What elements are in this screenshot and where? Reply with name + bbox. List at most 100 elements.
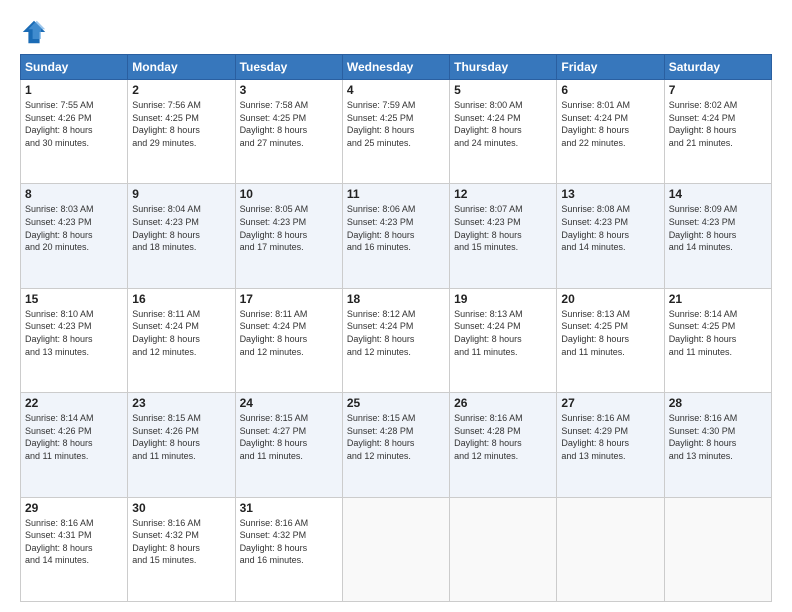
day-info: Sunrise: 8:15 AM Sunset: 4:26 PM Dayligh…: [132, 412, 230, 462]
logo: [20, 18, 52, 46]
day-info: Sunrise: 8:14 AM Sunset: 4:25 PM Dayligh…: [669, 308, 767, 358]
day-number: 8: [25, 187, 123, 201]
calendar-cell: 10 Sunrise: 8:05 AM Sunset: 4:23 PM Dayli…: [235, 184, 342, 288]
calendar-cell: 24 Sunrise: 8:15 AM Sunset: 4:27 PM Dayli…: [235, 393, 342, 497]
day-number: 27: [561, 396, 659, 410]
header: [20, 18, 772, 46]
calendar-cell: 9Sunrise: 8:04 AM Sunset: 4:23 PM Daylig…: [128, 184, 235, 288]
calendar-week-row: 15 Sunrise: 8:10 AM Sunset: 4:23 PM Dayli…: [21, 288, 772, 392]
day-number: 26: [454, 396, 552, 410]
calendar-cell: 22 Sunrise: 8:14 AM Sunset: 4:26 PM Dayli…: [21, 393, 128, 497]
calendar-cell: [557, 497, 664, 601]
calendar-cell: 27 Sunrise: 8:16 AM Sunset: 4:29 PM Dayli…: [557, 393, 664, 497]
calendar-cell: 30Sunrise: 8:16 AM Sunset: 4:32 PM Dayli…: [128, 497, 235, 601]
calendar-day-header: Sunday: [21, 55, 128, 80]
calendar-cell: 16 Sunrise: 8:11 AM Sunset: 4:24 PM Dayli…: [128, 288, 235, 392]
calendar-cell: 2Sunrise: 7:56 AM Sunset: 4:25 PM Daylig…: [128, 80, 235, 184]
day-info: Sunrise: 8:03 AM Sunset: 4:23 PM Dayligh…: [25, 203, 123, 253]
day-info: Sunrise: 8:00 AM Sunset: 4:24 PM Dayligh…: [454, 99, 552, 149]
day-info: Sunrise: 8:14 AM Sunset: 4:26 PM Dayligh…: [25, 412, 123, 462]
day-number: 17: [240, 292, 338, 306]
day-info: Sunrise: 8:16 AM Sunset: 4:32 PM Dayligh…: [240, 517, 338, 567]
day-info: Sunrise: 8:12 AM Sunset: 4:24 PM Dayligh…: [347, 308, 445, 358]
calendar-header-row: SundayMondayTuesdayWednesdayThursdayFrid…: [21, 55, 772, 80]
calendar-cell: 3Sunrise: 7:58 AM Sunset: 4:25 PM Daylig…: [235, 80, 342, 184]
day-number: 29: [25, 501, 123, 515]
day-number: 23: [132, 396, 230, 410]
day-number: 9: [132, 187, 230, 201]
day-info: Sunrise: 7:56 AM Sunset: 4:25 PM Dayligh…: [132, 99, 230, 149]
day-info: Sunrise: 8:08 AM Sunset: 4:23 PM Dayligh…: [561, 203, 659, 253]
calendar-cell: 17 Sunrise: 8:11 AM Sunset: 4:24 PM Dayli…: [235, 288, 342, 392]
day-info: Sunrise: 8:16 AM Sunset: 4:30 PM Dayligh…: [669, 412, 767, 462]
calendar-cell: 26 Sunrise: 8:16 AM Sunset: 4:28 PM Dayli…: [450, 393, 557, 497]
day-info: Sunrise: 8:10 AM Sunset: 4:23 PM Dayligh…: [25, 308, 123, 358]
calendar-cell: 1Sunrise: 7:55 AM Sunset: 4:26 PM Daylig…: [21, 80, 128, 184]
day-number: 4: [347, 83, 445, 97]
day-info: Sunrise: 8:11 AM Sunset: 4:24 PM Dayligh…: [132, 308, 230, 358]
calendar-cell: [342, 497, 449, 601]
calendar-day-header: Tuesday: [235, 55, 342, 80]
calendar-cell: 5 Sunrise: 8:00 AM Sunset: 4:24 PM Daylig…: [450, 80, 557, 184]
day-number: 22: [25, 396, 123, 410]
day-number: 21: [669, 292, 767, 306]
calendar-cell: 12 Sunrise: 8:07 AM Sunset: 4:23 PM Dayli…: [450, 184, 557, 288]
day-number: 12: [454, 187, 552, 201]
calendar-week-row: 8 Sunrise: 8:03 AM Sunset: 4:23 PM Daylig…: [21, 184, 772, 288]
day-number: 11: [347, 187, 445, 201]
day-number: 3: [240, 83, 338, 97]
calendar-day-header: Wednesday: [342, 55, 449, 80]
day-info: Sunrise: 8:16 AM Sunset: 4:31 PM Dayligh…: [25, 517, 123, 567]
calendar-cell: 20 Sunrise: 8:13 AM Sunset: 4:25 PM Dayli…: [557, 288, 664, 392]
day-info: Sunrise: 8:15 AM Sunset: 4:28 PM Dayligh…: [347, 412, 445, 462]
calendar-cell: 15 Sunrise: 8:10 AM Sunset: 4:23 PM Dayli…: [21, 288, 128, 392]
calendar-day-header: Monday: [128, 55, 235, 80]
day-number: 7: [669, 83, 767, 97]
day-info: Sunrise: 8:11 AM Sunset: 4:24 PM Dayligh…: [240, 308, 338, 358]
calendar-cell: 21 Sunrise: 8:14 AM Sunset: 4:25 PM Dayli…: [664, 288, 771, 392]
calendar-week-row: 29 Sunrise: 8:16 AM Sunset: 4:31 PM Dayli…: [21, 497, 772, 601]
day-info: Sunrise: 8:15 AM Sunset: 4:27 PM Dayligh…: [240, 412, 338, 462]
day-info: Sunrise: 8:06 AM Sunset: 4:23 PM Dayligh…: [347, 203, 445, 253]
calendar-cell: 25 Sunrise: 8:15 AM Sunset: 4:28 PM Dayli…: [342, 393, 449, 497]
day-info: Sunrise: 8:01 AM Sunset: 4:24 PM Dayligh…: [561, 99, 659, 149]
day-number: 28: [669, 396, 767, 410]
day-info: Sunrise: 8:02 AM Sunset: 4:24 PM Dayligh…: [669, 99, 767, 149]
day-number: 16: [132, 292, 230, 306]
day-number: 15: [25, 292, 123, 306]
day-number: 18: [347, 292, 445, 306]
day-info: Sunrise: 8:09 AM Sunset: 4:23 PM Dayligh…: [669, 203, 767, 253]
calendar-cell: 13 Sunrise: 8:08 AM Sunset: 4:23 PM Dayli…: [557, 184, 664, 288]
day-number: 19: [454, 292, 552, 306]
day-info: Sunrise: 8:05 AM Sunset: 4:23 PM Dayligh…: [240, 203, 338, 253]
day-info: Sunrise: 7:59 AM Sunset: 4:25 PM Dayligh…: [347, 99, 445, 149]
calendar-cell: 31Sunrise: 8:16 AM Sunset: 4:32 PM Dayli…: [235, 497, 342, 601]
calendar-cell: 7 Sunrise: 8:02 AM Sunset: 4:24 PM Daylig…: [664, 80, 771, 184]
day-info: Sunrise: 7:55 AM Sunset: 4:26 PM Dayligh…: [25, 99, 123, 149]
day-number: 25: [347, 396, 445, 410]
calendar-cell: 23 Sunrise: 8:15 AM Sunset: 4:26 PM Dayli…: [128, 393, 235, 497]
page: SundayMondayTuesdayWednesdayThursdayFrid…: [0, 0, 792, 612]
day-info: Sunrise: 8:16 AM Sunset: 4:29 PM Dayligh…: [561, 412, 659, 462]
calendar-table: SundayMondayTuesdayWednesdayThursdayFrid…: [20, 54, 772, 602]
calendar-cell: 19 Sunrise: 8:13 AM Sunset: 4:24 PM Dayli…: [450, 288, 557, 392]
calendar-cell: 18 Sunrise: 8:12 AM Sunset: 4:24 PM Dayli…: [342, 288, 449, 392]
day-number: 10: [240, 187, 338, 201]
day-info: Sunrise: 8:13 AM Sunset: 4:24 PM Dayligh…: [454, 308, 552, 358]
day-number: 13: [561, 187, 659, 201]
day-info: Sunrise: 8:07 AM Sunset: 4:23 PM Dayligh…: [454, 203, 552, 253]
calendar-cell: 28 Sunrise: 8:16 AM Sunset: 4:30 PM Dayli…: [664, 393, 771, 497]
calendar-week-row: 22 Sunrise: 8:14 AM Sunset: 4:26 PM Dayli…: [21, 393, 772, 497]
calendar-week-row: 1Sunrise: 7:55 AM Sunset: 4:26 PM Daylig…: [21, 80, 772, 184]
calendar-day-header: Saturday: [664, 55, 771, 80]
calendar-cell: 6Sunrise: 8:01 AM Sunset: 4:24 PM Daylig…: [557, 80, 664, 184]
day-info: Sunrise: 8:13 AM Sunset: 4:25 PM Dayligh…: [561, 308, 659, 358]
day-number: 30: [132, 501, 230, 515]
day-number: 24: [240, 396, 338, 410]
calendar-cell: [450, 497, 557, 601]
calendar-cell: 4 Sunrise: 7:59 AM Sunset: 4:25 PM Daylig…: [342, 80, 449, 184]
day-number: 14: [669, 187, 767, 201]
day-number: 20: [561, 292, 659, 306]
day-info: Sunrise: 8:16 AM Sunset: 4:28 PM Dayligh…: [454, 412, 552, 462]
day-number: 5: [454, 83, 552, 97]
